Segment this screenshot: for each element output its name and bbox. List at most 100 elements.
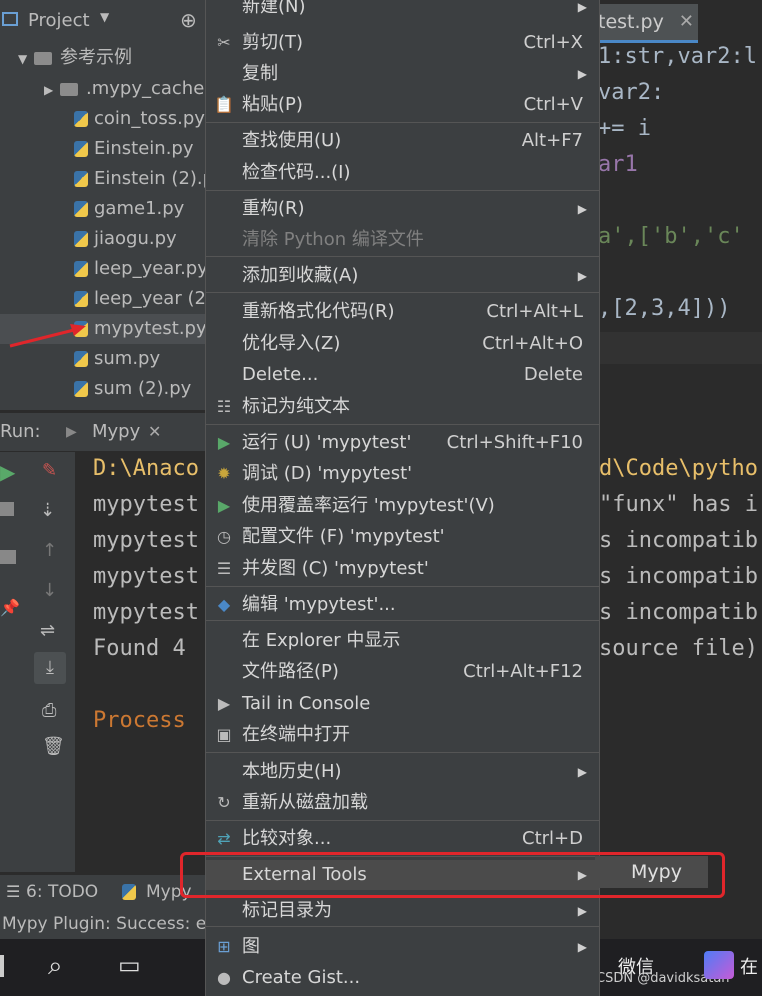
stop-icon[interactable] bbox=[0, 502, 14, 516]
tree-item[interactable]: jiaogu.py bbox=[0, 224, 215, 254]
layout-icon[interactable] bbox=[0, 550, 16, 564]
menu-item[interactable]: ⊞ 图 ▶ bbox=[206, 932, 599, 962]
tree-root[interactable]: ▼ 参考示例 bbox=[18, 43, 233, 73]
menu-item-shortcut: Ctrl+Shift+F10 bbox=[446, 432, 583, 453]
menu-item-shortcut: Ctrl+D bbox=[522, 828, 583, 849]
menu-item-label: 粘贴(P) bbox=[242, 94, 303, 115]
tree-item[interactable]: Einstein.py bbox=[0, 134, 215, 164]
menu-item[interactable]: ▶ 运行 (U) 'mypytest' Ctrl+Shift+F10 bbox=[206, 428, 599, 458]
tree-item-label: game1.py bbox=[94, 198, 185, 219]
python-icon: ◆ bbox=[217, 595, 231, 614]
console-line: mypytest bbox=[93, 564, 199, 589]
menu-item-label: 剪切(T) bbox=[242, 32, 304, 53]
editor-tab-label: test.py bbox=[598, 11, 664, 33]
close-icon[interactable]: ✕ bbox=[148, 413, 161, 451]
menu-item[interactable]: ✂ 剪切(T) Ctrl+X bbox=[206, 28, 599, 58]
submenu-arrow-icon: ▶ bbox=[577, 0, 587, 14]
soft-wrap-icon[interactable]: ⇌ bbox=[40, 620, 55, 641]
chevron-down-icon[interactable]: ▼ bbox=[100, 10, 109, 24]
project-title[interactable]: Project bbox=[28, 10, 90, 31]
menu-item[interactable]: ✹ 调试 (D) 'mypytest' bbox=[206, 459, 599, 489]
menu-item-label: 运行 (U) 'mypytest' bbox=[242, 432, 412, 453]
menu-item[interactable]: 在 Explorer 中显示 bbox=[206, 626, 599, 656]
menu-item[interactable]: ◆ 编辑 'mypytest'... bbox=[206, 590, 599, 620]
menu-item[interactable]: 重构(R) ▶ bbox=[206, 194, 599, 224]
tree-item-label: Einstein.py bbox=[94, 138, 194, 159]
search-icon[interactable]: ⌕ bbox=[48, 951, 63, 982]
menu-item-label: 配置文件 (F) 'mypytest' bbox=[242, 526, 445, 547]
app-label[interactable]: 在 bbox=[740, 953, 758, 979]
tree-item[interactable]: leep_year.py bbox=[0, 254, 215, 284]
menu-item[interactable]: 本地历史(H) ▶ bbox=[206, 757, 599, 787]
clear-icon[interactable]: ✎ bbox=[42, 460, 57, 481]
rerun-icon[interactable]: ▶ bbox=[0, 460, 15, 484]
console-line: mypytest bbox=[93, 492, 199, 517]
down-icon[interactable]: ↓ bbox=[42, 580, 57, 601]
console-line: mypytest bbox=[93, 600, 199, 625]
menu-separator bbox=[206, 820, 599, 821]
menu-item[interactable]: ⇄ 比较对象... Ctrl+D bbox=[206, 824, 599, 854]
app-icon[interactable] bbox=[704, 951, 734, 979]
tree-item[interactable]: ▶ .mypy_cache bbox=[0, 74, 215, 104]
pin-icon[interactable]: 📌 bbox=[0, 598, 20, 617]
tree-item[interactable]: game1.py bbox=[0, 194, 215, 224]
menu-item[interactable]: Delete... Delete bbox=[206, 360, 599, 390]
menu-item-shortcut: Ctrl+Alt+L bbox=[486, 301, 583, 322]
menu-item[interactable]: 检查代码...(I) bbox=[206, 158, 599, 188]
menu-item[interactable]: 标记目录为 ▶ bbox=[206, 896, 599, 926]
menu-item[interactable]: 复制 ▶ bbox=[206, 59, 599, 89]
github-icon: ● bbox=[217, 968, 231, 987]
menu-item[interactable]: 重新格式化代码(R) Ctrl+Alt+L bbox=[206, 297, 599, 327]
code-line: ,[2,3,4])) bbox=[598, 296, 731, 321]
tree-root-label: 参考示例 bbox=[60, 47, 132, 68]
tree-item[interactable]: Einstein (2).py bbox=[0, 164, 225, 194]
menu-item-label: 添加到收藏(A) bbox=[242, 265, 359, 286]
menu-separator bbox=[206, 190, 599, 191]
menu-item-label: Tail in Console bbox=[242, 693, 371, 714]
menu-item-label: Create Gist... bbox=[242, 967, 361, 988]
menu-item[interactable]: ☰ 并发图 (C) 'mypytest' bbox=[206, 554, 599, 584]
menu-item-shortcut: Alt+F7 bbox=[521, 130, 583, 151]
print-icon[interactable]: ⎙ bbox=[42, 700, 56, 721]
text-file-icon: ☷ bbox=[216, 397, 232, 416]
tree-item[interactable]: leep_year (2 bbox=[0, 284, 215, 314]
run-tab-label[interactable]: Mypy bbox=[92, 413, 140, 451]
menu-item[interactable]: 📋 粘贴(P) Ctrl+V bbox=[206, 90, 599, 120]
menu-item[interactable]: ▶ Tail in Console bbox=[206, 689, 599, 719]
menu-item[interactable]: ▣ 在终端中打开 bbox=[206, 720, 599, 750]
menu-item[interactable]: 新建(N) ▶ bbox=[206, 0, 599, 22]
debug-icon: ✹ bbox=[217, 464, 231, 483]
menu-item[interactable]: ☷ 标记为纯文本 bbox=[206, 392, 599, 422]
tree-item[interactable]: sum (2).py bbox=[0, 374, 215, 404]
menu-item-label: 清除 Python 编译文件 bbox=[242, 229, 424, 250]
expand-icon[interactable]: ▶ bbox=[44, 75, 60, 105]
tree-item[interactable]: sum.py bbox=[0, 344, 215, 374]
locate-icon[interactable]: ⊕ bbox=[180, 8, 197, 32]
python-file-icon bbox=[74, 111, 88, 127]
menu-separator bbox=[206, 752, 599, 753]
folder-icon bbox=[60, 82, 78, 96]
task-view-icon[interactable]: ▭ bbox=[118, 951, 141, 979]
status-bar: Mypy Plugin: Success: ex bbox=[0, 909, 205, 939]
menu-item[interactable]: 查找使用(U) Alt+F7 bbox=[206, 126, 599, 156]
menu-item-label: 本地历史(H) bbox=[242, 761, 342, 782]
scroll-icon[interactable]: ⇣ bbox=[40, 500, 55, 521]
scroll-to-end-icon[interactable]: ⤓ bbox=[34, 652, 66, 684]
up-icon[interactable]: ↑ bbox=[42, 540, 57, 561]
menu-item[interactable]: 添加到收藏(A) ▶ bbox=[206, 261, 599, 291]
menu-separator bbox=[206, 256, 599, 257]
menu-item[interactable]: 优化导入(Z) Ctrl+Alt+O bbox=[206, 329, 599, 359]
close-icon[interactable]: ✕ bbox=[679, 4, 694, 40]
trash-icon[interactable]: 🗑 bbox=[42, 736, 65, 757]
todo-tab[interactable]: 6: TODO bbox=[26, 875, 98, 909]
tree-item[interactable]: coin_toss.py bbox=[0, 104, 215, 134]
menu-item[interactable]: 文件路径(P) Ctrl+Alt+F12 bbox=[206, 657, 599, 687]
menu-item[interactable]: ◷ 配置文件 (F) 'mypytest' bbox=[206, 522, 599, 552]
editor-tab[interactable]: test.py ✕ bbox=[598, 4, 698, 43]
python-file-icon bbox=[74, 231, 88, 247]
expand-icon[interactable]: ▼ bbox=[18, 44, 34, 74]
menu-item[interactable]: ↻ 重新从磁盘加载 bbox=[206, 788, 599, 818]
menu-item[interactable]: ▶ 使用覆盖率运行 'mypytest'(V) bbox=[206, 491, 599, 521]
menu-item[interactable]: ● Create Gist... bbox=[206, 963, 599, 993]
clipboard-icon: 📋 bbox=[214, 95, 234, 114]
